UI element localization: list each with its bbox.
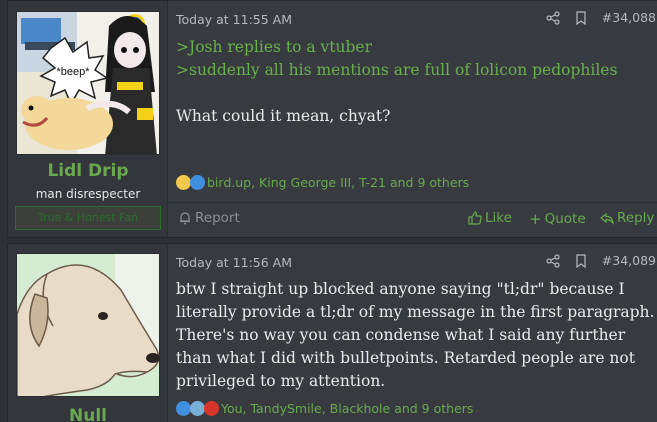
post-text: btw I straight up blocked anyone saying … [176,280,655,390]
post-34089: Null Today at 11:56 AM #34,089 btw I str… [7,243,657,422]
avatar-image [17,254,159,396]
post-text: What could it mean, chyat? [176,107,391,125]
report-button[interactable]: Report [178,210,240,226]
like-reaction-icon [176,401,191,416]
post-content: Today at 11:55 AM #34,088 >Josh replies … [168,1,657,237]
post-number[interactable]: #34,088 [602,10,656,25]
post-body: >Josh replies to a vtuber >suddenly all … [176,36,657,128]
puzzle-reaction-icon [190,401,205,416]
post-date[interactable]: Today at 11:55 AM [176,12,292,27]
post-actions-bar: Report Like + Quote Reply [168,202,657,232]
username[interactable]: Null [8,406,168,422]
reaction-icons [176,401,219,416]
share-icon[interactable] [546,10,560,25]
bookmark-icon[interactable] [574,253,588,268]
user-cell: Null [8,244,168,422]
bookmark-icon[interactable] [574,10,588,25]
reply-button[interactable]: Reply [600,210,654,226]
post-meta-actions: #34,089 [546,253,656,268]
user-title: man disrespecter [35,187,141,201]
post-date[interactable]: Today at 11:56 AM [176,255,292,270]
bell-icon [180,212,190,225]
share-icon[interactable] [546,253,560,268]
avatar[interactable]: *beep* [16,11,160,155]
reply-arrow-icon [600,212,614,225]
thinking-reaction-icon [176,175,191,190]
post-body: btw I straight up blocked anyone saying … [176,278,657,393]
greentext-line: >Josh replies to a vtuber [176,38,372,56]
post-content: Today at 11:56 AM #34,089 btw I straight… [168,244,657,422]
avatar[interactable] [16,253,160,397]
like-reaction-icon [190,175,205,190]
avatar-image: *beep* [17,12,159,154]
greentext-line: >suddenly all his mentions are full of l… [176,61,618,79]
post-number[interactable]: #34,089 [602,253,656,268]
reaction-icons [176,175,205,190]
reactions-summary[interactable]: bird.up, King George III, T-21 and 9 oth… [176,175,469,190]
heart-reaction-icon [204,401,219,416]
post-34088: *beep* Lidl Drip man disrespecter True &… [7,0,657,238]
svg-text:*beep*: *beep* [56,66,90,78]
user-cell: *beep* Lidl Drip man disrespecter True &… [8,1,168,237]
plus-icon: + [529,210,542,228]
reactions-summary[interactable]: You, TandySmile, Blackhole and 9 others [176,401,473,416]
user-banner: True & Honest Fan [15,206,161,230]
username[interactable]: Lidl Drip [8,161,168,181]
quote-button[interactable]: + Quote [529,210,586,228]
post-meta-actions: #34,088 [546,10,656,25]
reactions-users[interactable]: You, TandySmile, Blackhole and 9 others [221,401,473,416]
thumbs-up-icon [468,211,482,225]
reactions-users[interactable]: bird.up, King George III, T-21 and 9 oth… [207,175,469,190]
like-button[interactable]: Like [468,210,512,226]
